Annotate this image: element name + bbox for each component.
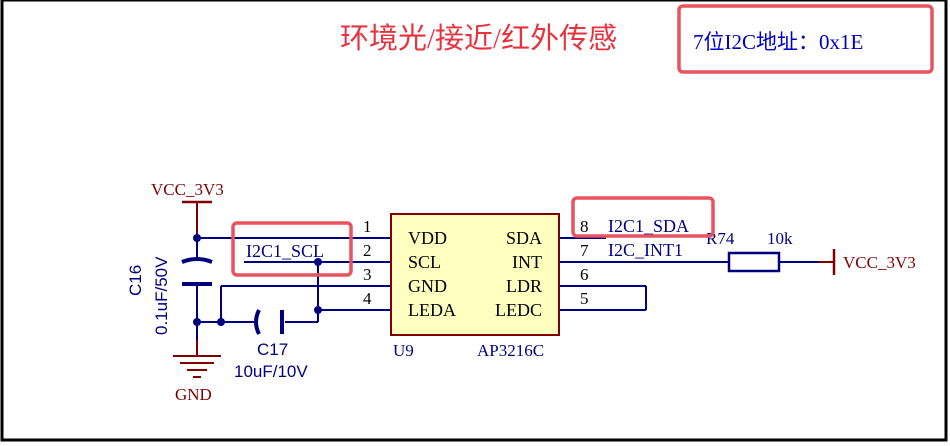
vcc-left-label: VCC_3V3 xyxy=(151,180,224,199)
vcc-right-label: VCC_3V3 xyxy=(843,253,916,272)
pin-vdd-name: VDD xyxy=(408,228,447,248)
pin-6-number: 6 xyxy=(580,265,589,284)
c17-capacitor xyxy=(254,309,284,335)
pin-scl-name: SCL xyxy=(408,252,441,272)
net-label-int: I2C_INT1 xyxy=(608,240,683,260)
pin-gnd-name: GND xyxy=(408,276,447,296)
r74-ref: R74 xyxy=(706,229,735,248)
ground-symbol xyxy=(173,340,221,378)
gnd-label: GND xyxy=(175,385,212,404)
pin-5-number: 5 xyxy=(580,289,589,308)
net-label-sda: I2C1_SDA xyxy=(608,216,689,236)
pin-ledc-name: LEDC xyxy=(495,300,542,320)
pin-ldr-name: LDR xyxy=(506,276,542,296)
pin-8-number: 8 xyxy=(580,217,589,236)
pin-sda-name: SDA xyxy=(506,228,542,248)
chip-part: AP3216C xyxy=(477,341,544,360)
pin-3-number: 3 xyxy=(363,265,372,284)
net-label-scl: I2C1_SCL xyxy=(246,241,324,261)
pin-1-number: 1 xyxy=(363,217,372,236)
page-title: 环境光/接近/红外传感 xyxy=(340,22,617,55)
pin-2-number: 2 xyxy=(363,241,372,260)
r74-value: 10k xyxy=(767,229,793,248)
r74-resistor xyxy=(727,251,781,273)
c16-capacitor xyxy=(181,257,213,286)
schematic-diagram: 环境光/接近/红外传感 7位I2C地址：0x1E VCC_3V3 C16 0.1… xyxy=(0,0,948,442)
c17-value: 10uF/10V xyxy=(234,362,308,381)
c16-value: 0.1uF/50V xyxy=(152,256,171,335)
pin-7-number: 7 xyxy=(580,241,589,260)
pin-leda-name: LEDA xyxy=(408,300,456,320)
chip-ref: U9 xyxy=(393,341,414,360)
pin-int-name: INT xyxy=(512,252,542,272)
i2c-address-note: 7位I2C地址：0x1E xyxy=(693,30,863,54)
c17-ref: C17 xyxy=(257,340,288,359)
pin-4-number: 4 xyxy=(363,289,372,308)
c16-ref: C16 xyxy=(126,265,145,296)
